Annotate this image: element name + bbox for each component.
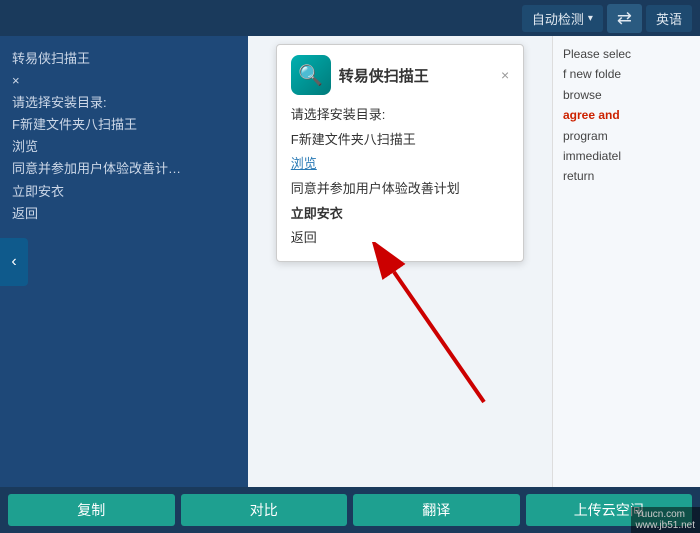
watermark-line2: www.jb51.net: [636, 520, 695, 531]
auto-detect-label: 自动检测: [532, 9, 584, 28]
red-arrow-indicator: [364, 242, 544, 427]
right-line-5: program: [563, 126, 690, 146]
browse-link[interactable]: 浏览: [291, 152, 509, 177]
install-now-btn[interactable]: 立即安衣: [291, 202, 509, 227]
target-language-btn[interactable]: 英语: [646, 5, 692, 32]
left-panel-text: 转易侠扫描王 × 请选择安装目录: F新建文件夹八扫描王 浏览 同意并参加用户体…: [12, 48, 236, 225]
swap-languages-btn[interactable]: ⇄: [607, 4, 642, 33]
installer-content: 请选择安装目录: F新建文件夹八扫描王 浏览 同意并参加用户体验改善计划 立即安…: [291, 103, 509, 251]
left-panel: ‹ 转易侠扫描王 × 请选择安装目录: F新建文件夹八扫描王 浏览 同意并参加用…: [0, 36, 248, 487]
top-bar: 自动检测 ▾ ⇄ 英语: [0, 0, 700, 36]
left-line-8: 返回: [12, 203, 236, 225]
left-line-4: F新建文件夹八扫描王: [12, 114, 236, 136]
main-area: ‹ 转易侠扫描王 × 请选择安装目录: F新建文件夹八扫描王 浏览 同意并参加用…: [0, 36, 700, 487]
swap-icon: ⇄: [617, 8, 632, 29]
left-line-7: 立即安衣: [12, 181, 236, 203]
bottom-toolbar: 复制 对比 翻译 上传云空间: [0, 487, 700, 533]
copy-button[interactable]: 复制: [8, 494, 175, 526]
agree-label: 同意并参加用户体验改善计划: [291, 177, 509, 202]
auto-detect-btn[interactable]: 自动检测 ▾: [522, 5, 603, 32]
installer-close-btn[interactable]: ×: [501, 67, 509, 83]
target-language-label: 英语: [656, 12, 682, 27]
install-dir-label: 请选择安装目录:: [291, 103, 509, 128]
right-panel-text: Please selec f new folde browse agree an…: [563, 44, 690, 187]
middle-panel: 🔍 转易侠扫描王 × 请选择安装目录: F新建文件夹八扫描王 浏览 同意并参加用…: [248, 36, 552, 487]
right-panel: Please selec f new folde browse agree an…: [552, 36, 700, 487]
installer-popup: 🔍 转易侠扫描王 × 请选择安装目录: F新建文件夹八扫描王 浏览 同意并参加用…: [276, 44, 524, 262]
right-line-3: browse: [563, 85, 690, 105]
go-back-link[interactable]: 返回: [291, 226, 509, 251]
translate-button[interactable]: 翻译: [353, 494, 520, 526]
installer-header: 🔍 转易侠扫描王 ×: [291, 55, 509, 95]
right-line-6: immediatel: [563, 146, 690, 166]
left-line-5: 浏览: [12, 136, 236, 158]
watermark-line1: Yuucn.com: [636, 509, 695, 520]
right-line-7: return: [563, 166, 690, 186]
left-line-6: 同意并参加用户体验改善计…: [12, 158, 236, 180]
left-line-1: 转易侠扫描王: [12, 48, 236, 70]
right-line-2: f new folde: [563, 64, 690, 84]
installer-title: 转易侠扫描王: [339, 65, 429, 86]
chevron-down-icon: ▾: [588, 13, 593, 24]
left-line-2: ×: [12, 70, 236, 92]
watermark: Yuucn.com www.jb51.net: [631, 507, 700, 533]
compare-button[interactable]: 对比: [181, 494, 348, 526]
right-line-4: agree and: [563, 105, 690, 125]
left-line-3: 请选择安装目录:: [12, 92, 236, 114]
install-dir-path: F新建文件夹八扫描王: [291, 128, 509, 153]
right-line-1: Please selec: [563, 44, 690, 64]
back-arrow-btn[interactable]: ‹: [0, 238, 28, 286]
installer-app-icon: 🔍: [291, 55, 331, 95]
